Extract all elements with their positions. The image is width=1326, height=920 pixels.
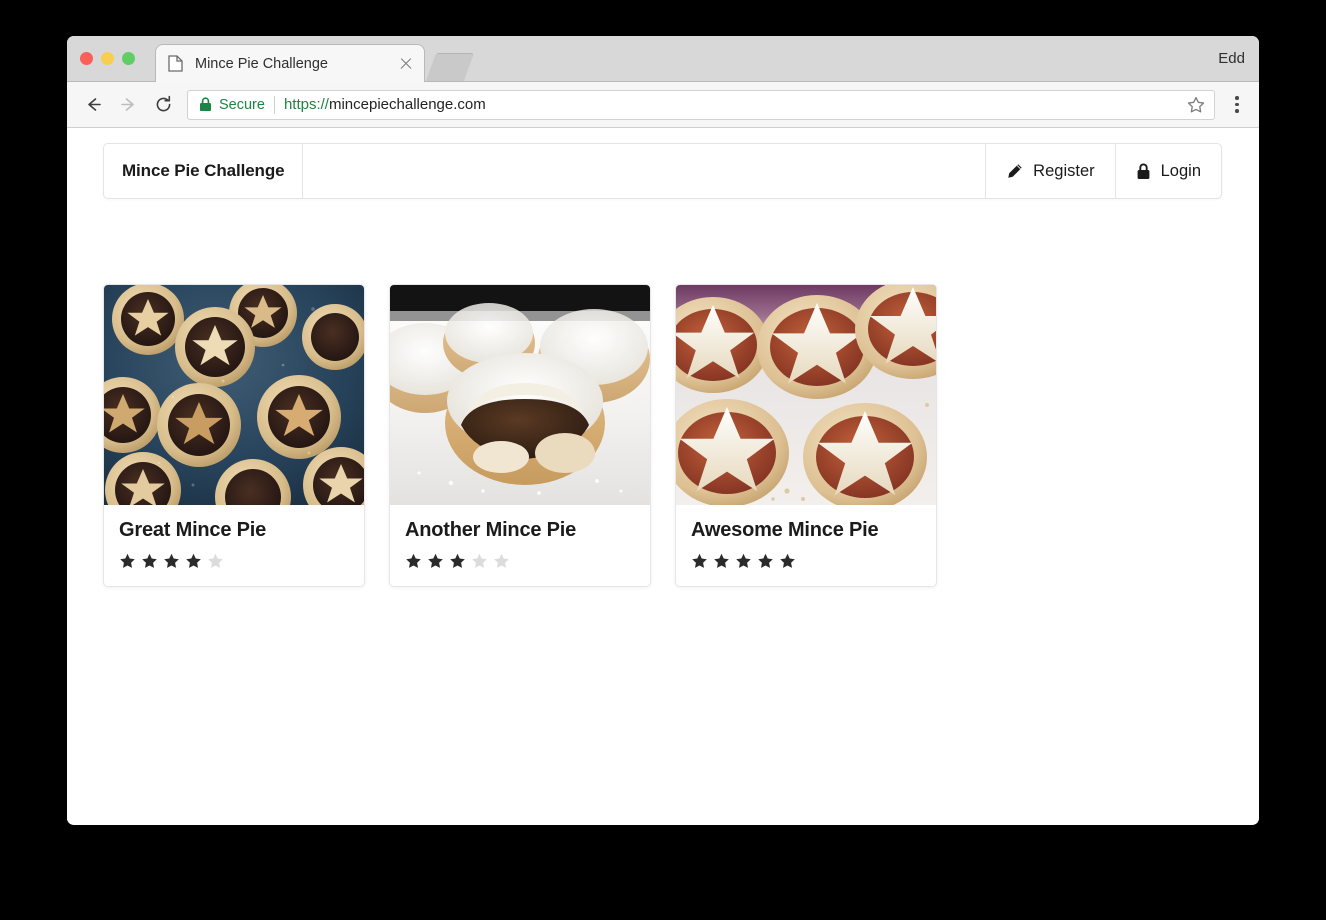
pie-title: Another Mince Pie (405, 519, 577, 541)
rating-stars[interactable] (119, 553, 349, 570)
star-icon[interactable] (449, 553, 466, 570)
pie-card[interactable]: Another Mince Pie (389, 284, 651, 587)
browser-window: Mince Pie Challenge Edd Secure https://m… (67, 36, 1259, 825)
pie-card[interactable]: Great Mince Pie (103, 284, 365, 587)
star-icon[interactable] (713, 553, 730, 570)
star-icon[interactable] (1187, 96, 1205, 114)
site-navbar: Mince Pie Challenge Register Login (103, 143, 1222, 199)
browser-toolbar: Secure https://mincepiechallenge.com (67, 82, 1259, 128)
star-icon[interactable] (119, 553, 136, 570)
padlock-icon (199, 97, 212, 112)
reload-icon[interactable] (148, 90, 178, 120)
pie-card-body: Awesome Mince Pie (676, 505, 936, 586)
star-icon[interactable] (185, 553, 202, 570)
url-host: mincepiechallenge.com (328, 96, 486, 113)
pie-title: Awesome Mince Pie (691, 519, 879, 541)
login-button[interactable]: Login (1114, 144, 1221, 198)
back-arrow-icon[interactable] (78, 90, 108, 120)
rating-stars[interactable] (691, 553, 921, 570)
pie-title: Great Mince Pie (119, 519, 267, 541)
minimize-window-button[interactable] (101, 52, 114, 65)
pencil-icon (1006, 163, 1023, 180)
star-icon[interactable] (427, 553, 444, 570)
register-button[interactable]: Register (985, 144, 1114, 198)
page-content: Mince Pie Challenge Register Login Great… (67, 128, 1259, 824)
star-icon[interactable] (493, 553, 510, 570)
profile-name[interactable]: Edd (1218, 50, 1245, 67)
pie-image-great-mince-pie (104, 285, 364, 505)
document-icon (168, 55, 183, 72)
pie-image-awesome-mince-pie (676, 285, 936, 505)
star-icon[interactable] (757, 553, 774, 570)
navbar-brand[interactable]: Mince Pie Challenge (104, 144, 304, 198)
url-scheme: https:// (283, 96, 329, 113)
star-icon[interactable] (691, 553, 708, 570)
maximize-window-button[interactable] (122, 52, 135, 65)
close-icon[interactable] (398, 56, 414, 72)
star-icon[interactable] (471, 553, 488, 570)
pie-card[interactable]: Awesome Mince Pie (675, 284, 937, 587)
browser-tab[interactable]: Mince Pie Challenge (155, 44, 425, 82)
pie-card-body: Another Mince Pie (390, 505, 650, 586)
register-label: Register (1033, 161, 1095, 180)
pie-card-body: Great Mince Pie (104, 505, 364, 586)
close-window-button[interactable] (80, 52, 93, 65)
star-icon[interactable] (735, 553, 752, 570)
address-bar[interactable]: Secure https://mincepiechallenge.com (187, 89, 1215, 120)
star-icon[interactable] (405, 553, 422, 570)
url-text: https://mincepiechallenge.com (284, 96, 1181, 113)
pie-card-grid: Great Mince Pie Another Mince Pie Awesom… (103, 284, 937, 587)
star-icon[interactable] (141, 553, 158, 570)
navbar-spacer (303, 144, 985, 198)
secure-label: Secure (219, 96, 265, 113)
forward-arrow-icon (113, 90, 143, 120)
pie-image-another-mince-pie (390, 285, 650, 505)
lock-icon (1136, 163, 1151, 180)
kebab-menu-icon[interactable] (1226, 90, 1248, 120)
new-tab-button[interactable] (425, 53, 475, 81)
tab-strip: Mince Pie Challenge Edd (67, 36, 1259, 82)
omnibox-divider (273, 95, 275, 114)
login-label: Login (1160, 161, 1201, 180)
star-icon[interactable] (779, 553, 796, 570)
window-controls (80, 52, 135, 65)
star-icon[interactable] (163, 553, 180, 570)
rating-stars[interactable] (405, 553, 635, 570)
tab-title: Mince Pie Challenge (195, 55, 328, 72)
star-icon[interactable] (207, 553, 224, 570)
